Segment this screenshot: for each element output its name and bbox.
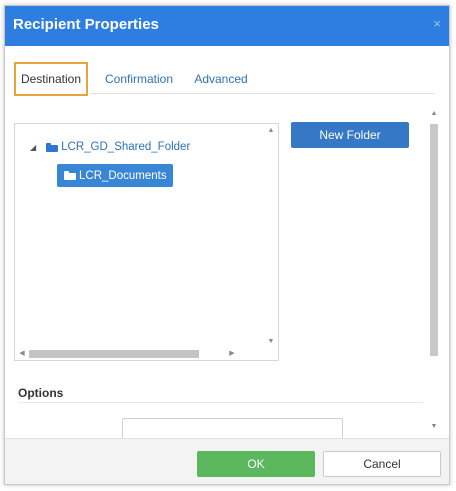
dialog-title-bar: Recipient Properties ×	[5, 6, 449, 46]
ok-button[interactable]: OK	[197, 451, 315, 477]
close-icon[interactable]: ×	[433, 16, 441, 31]
tab-advanced[interactable]: Advanced	[191, 62, 251, 96]
scroll-down-arrow-icon[interactable]: ▼	[266, 338, 276, 345]
tree-node-shared-folder[interactable]: ◢ LCR_GD_Shared_Folder	[30, 141, 190, 153]
folder-icon	[46, 142, 59, 152]
options-divider	[18, 402, 423, 403]
collapse-arrow-icon[interactable]: ◢	[30, 143, 36, 152]
options-input[interactable]	[122, 418, 343, 438]
tab-destination[interactable]: Destination	[14, 62, 88, 96]
horizontal-scroll-thumb[interactable]	[29, 350, 199, 358]
recipient-properties-dialog: Recipient Properties × Destination Confi…	[4, 5, 450, 485]
tab-divider	[90, 93, 435, 94]
tree-node-label: LCR_GD_Shared_Folder	[61, 141, 191, 153]
scroll-up-arrow-icon[interactable]: ▲	[266, 127, 276, 134]
folder-tree[interactable]: ◢ LCR_GD_Shared_Folder LCR_Documents ▲ ▼…	[14, 123, 279, 361]
dialog-vertical-scrollbar[interactable]: ▲ ▼	[429, 110, 439, 430]
tab-confirmation[interactable]: Confirmation	[99, 62, 179, 96]
folder-icon	[64, 171, 76, 180]
tree-node-label: LCR_Documents	[79, 169, 167, 182]
new-folder-button[interactable]: New Folder	[291, 122, 409, 148]
options-section-label: Options	[18, 386, 64, 400]
scroll-up-arrow-icon[interactable]: ▲	[429, 110, 439, 117]
scroll-left-arrow-icon[interactable]: ◀	[17, 349, 27, 357]
tree-vertical-scrollbar[interactable]: ▲ ▼	[266, 127, 276, 345]
tree-node-documents[interactable]: LCR_Documents	[57, 164, 173, 187]
dialog-scroll-thumb[interactable]	[430, 124, 438, 356]
dialog-title: Recipient Properties	[13, 16, 159, 33]
cancel-button[interactable]: Cancel	[323, 451, 441, 477]
dialog-footer: OK Cancel	[5, 438, 449, 484]
tree-horizontal-scrollbar[interactable]: ◀ ▶	[17, 348, 237, 358]
scroll-right-arrow-icon[interactable]: ▶	[227, 349, 237, 357]
scroll-down-arrow-icon[interactable]: ▼	[429, 423, 439, 430]
